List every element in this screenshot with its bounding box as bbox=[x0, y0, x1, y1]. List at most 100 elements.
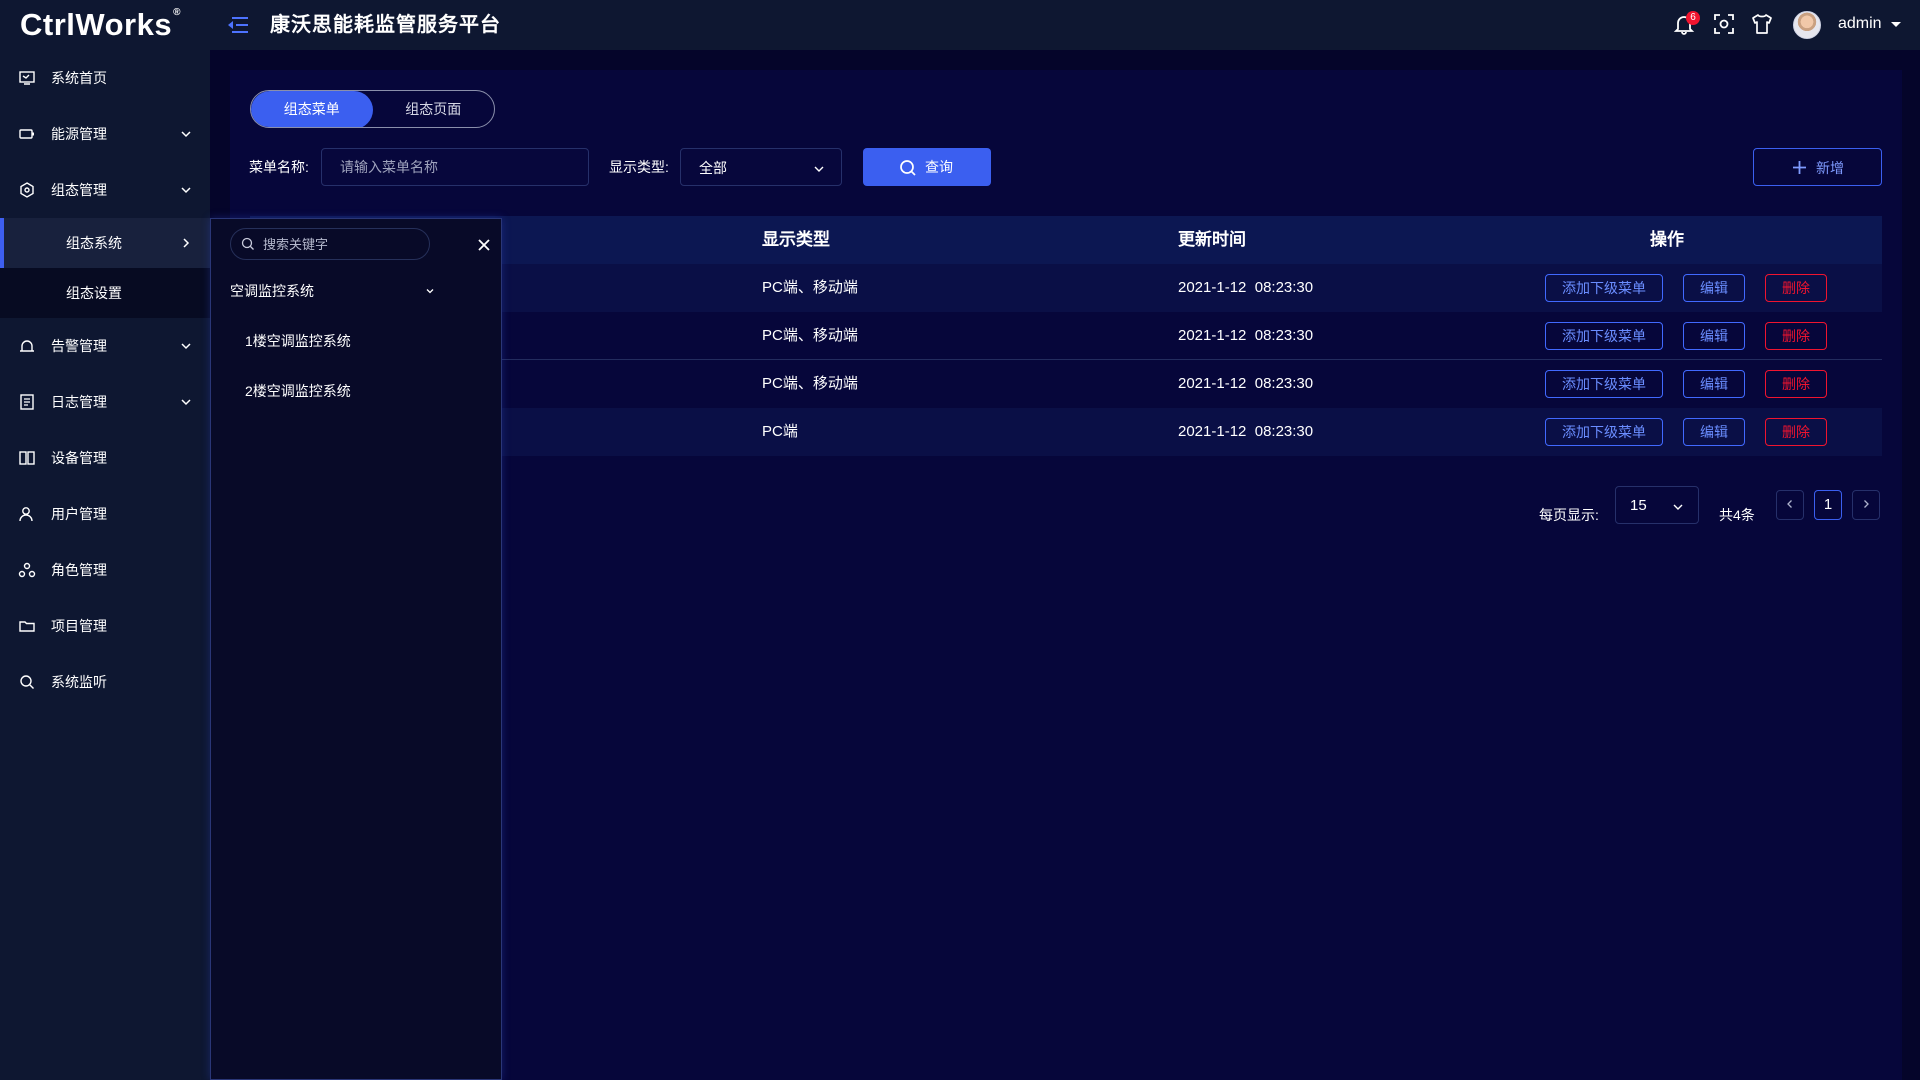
query-button-label: 查询 bbox=[925, 159, 953, 175]
column-header-display-type: 显示类型 bbox=[762, 230, 830, 249]
page-number-button[interactable]: 1 bbox=[1814, 490, 1842, 520]
search-icon bbox=[20, 675, 34, 689]
app-title: 康沃思能耗监管服务平台 bbox=[270, 14, 501, 36]
close-icon[interactable] bbox=[477, 238, 491, 252]
add-child-menu-button[interactable]: 添加下级菜单 bbox=[1545, 322, 1663, 350]
flyout-search-box bbox=[230, 228, 430, 260]
delete-button[interactable]: 删除 bbox=[1765, 274, 1827, 302]
battery-icon bbox=[19, 129, 34, 139]
sidebar-item-label: 系统监听 bbox=[51, 674, 107, 690]
sidebar-item-label: 告警管理 bbox=[51, 338, 107, 354]
sidebar-item-label: 系统首页 bbox=[51, 70, 107, 86]
monitor-icon bbox=[19, 71, 35, 85]
chevron-right-icon bbox=[183, 238, 190, 248]
display-type-select[interactable]: 全部 bbox=[680, 148, 842, 186]
menu-name-label: 菜单名称: bbox=[249, 159, 309, 175]
chevron-left-icon bbox=[1787, 500, 1792, 508]
avatar[interactable] bbox=[1793, 11, 1821, 39]
tab-config-page[interactable]: 组态页面 bbox=[373, 91, 495, 127]
column-header-update-time: 更新时间 bbox=[1178, 230, 1246, 249]
sidebar-item-home[interactable]: 系统首页 bbox=[0, 50, 210, 106]
sidebar-item-device[interactable]: 设备管理 bbox=[0, 430, 210, 486]
chevron-down-icon bbox=[814, 166, 824, 172]
per-page-select[interactable]: 15 bbox=[1615, 486, 1699, 524]
fullscreen-scan-icon[interactable] bbox=[1712, 12, 1736, 36]
query-button[interactable]: 查询 bbox=[863, 148, 991, 186]
cell-update-time: 2021-1-12 08:23:30 bbox=[1178, 375, 1314, 392]
cell-display-type: PC端、移动端 bbox=[762, 279, 858, 296]
sidebar-item-project[interactable]: 项目管理 bbox=[0, 598, 210, 654]
menu-collapse-icon[interactable] bbox=[226, 14, 250, 36]
tab-config-menu[interactable]: 组态菜单 bbox=[251, 91, 373, 127]
flyout-group-hvac[interactable]: 空调监控系统 bbox=[230, 281, 440, 303]
flyout-group-label: 空调监控系统 bbox=[230, 283, 314, 299]
sidebar-subitem-config-system[interactable]: 组态系统 bbox=[0, 218, 210, 268]
chevron-down-icon bbox=[181, 187, 191, 194]
edit-button[interactable]: 编辑 bbox=[1683, 322, 1745, 350]
trademark-mark: ® bbox=[173, 7, 181, 18]
sidebar-item-monitor[interactable]: 系统监听 bbox=[0, 654, 210, 710]
delete-button[interactable]: 删除 bbox=[1765, 322, 1827, 350]
flyout-search-input[interactable] bbox=[263, 234, 423, 254]
alarm-bell-icon bbox=[20, 340, 34, 352]
sidebar-item-user[interactable]: 用户管理 bbox=[0, 486, 210, 542]
sidebar-item-alarm[interactable]: 告警管理 bbox=[0, 318, 210, 374]
role-icon bbox=[18, 562, 36, 578]
notification-badge: 6 bbox=[1686, 11, 1700, 25]
display-type-label: 显示类型: bbox=[609, 159, 669, 175]
sidebar-subitem-label: 组态系统 bbox=[66, 235, 122, 251]
chevron-down-icon bbox=[181, 131, 191, 138]
sidebar-item-label: 用户管理 bbox=[51, 506, 107, 522]
delete-button[interactable]: 删除 bbox=[1765, 370, 1827, 398]
edit-button[interactable]: 编辑 bbox=[1683, 274, 1745, 302]
cell-display-type: PC端 bbox=[762, 423, 798, 440]
plus-icon bbox=[1793, 161, 1806, 174]
tab-group: 组态菜单 组态页面 bbox=[250, 90, 495, 128]
add-button-label: 新增 bbox=[1816, 160, 1844, 176]
per-page-label: 每页显示: bbox=[1539, 507, 1599, 523]
logo: CtrlWorks® bbox=[20, 5, 181, 45]
top-header: CtrlWorks® 康沃思能耗监管服务平台 6 admin bbox=[0, 0, 1920, 50]
chevron-down-icon bbox=[181, 399, 191, 406]
add-child-menu-button[interactable]: 添加下级菜单 bbox=[1545, 274, 1663, 302]
submenu-flyout-panel: 空调监控系统 1楼空调监控系统 2楼空调监控系统 bbox=[210, 218, 502, 1080]
next-page-button[interactable] bbox=[1852, 490, 1880, 520]
delete-button[interactable]: 删除 bbox=[1765, 418, 1827, 446]
device-icon bbox=[19, 451, 35, 465]
menu-name-input[interactable] bbox=[322, 149, 588, 185]
cell-display-type: PC端、移动端 bbox=[762, 375, 858, 392]
sidebar-item-configuration[interactable]: 组态管理 bbox=[0, 162, 210, 218]
edit-button[interactable]: 编辑 bbox=[1683, 418, 1745, 446]
sidebar-item-role[interactable]: 角色管理 bbox=[0, 542, 210, 598]
folder-icon bbox=[19, 621, 35, 632]
sidebar-item-log[interactable]: 日志管理 bbox=[0, 374, 210, 430]
cell-update-time: 2021-1-12 08:23:30 bbox=[1178, 327, 1314, 344]
flyout-item-floor2-hvac[interactable]: 2楼空调监控系统 bbox=[245, 381, 351, 401]
add-button[interactable]: 新增 bbox=[1753, 148, 1882, 186]
theme-shirt-icon[interactable] bbox=[1750, 12, 1774, 36]
user-icon bbox=[19, 507, 33, 522]
sidebar-item-label: 组态管理 bbox=[51, 182, 107, 198]
flyout-item-floor1-hvac[interactable]: 1楼空调监控系统 bbox=[245, 331, 351, 351]
cell-display-type: PC端、移动端 bbox=[762, 327, 858, 344]
active-indicator bbox=[0, 218, 4, 268]
add-child-menu-button[interactable]: 添加下级菜单 bbox=[1545, 370, 1663, 398]
display-type-value: 全部 bbox=[699, 160, 727, 176]
prev-page-button[interactable] bbox=[1776, 490, 1804, 520]
username[interactable]: admin bbox=[1838, 14, 1882, 34]
sidebar-item-energy[interactable]: 能源管理 bbox=[0, 106, 210, 162]
add-child-menu-button[interactable]: 添加下级菜单 bbox=[1545, 418, 1663, 446]
sidebar-subitem-label: 组态设置 bbox=[66, 285, 122, 301]
chevron-down-icon bbox=[426, 289, 434, 294]
edit-button[interactable]: 编辑 bbox=[1683, 370, 1745, 398]
user-dropdown-caret-icon[interactable] bbox=[1891, 22, 1901, 27]
sidebar-subitem-config-settings[interactable]: 组态设置 bbox=[0, 268, 210, 318]
logo-text: CtrlWorks bbox=[20, 7, 173, 42]
hexagon-icon bbox=[20, 182, 34, 198]
document-icon bbox=[20, 394, 34, 410]
chevron-down-icon bbox=[181, 343, 191, 350]
search-icon bbox=[900, 160, 916, 176]
sidebar-item-label: 能源管理 bbox=[51, 126, 107, 142]
chevron-down-icon bbox=[1673, 504, 1683, 510]
chevron-right-icon bbox=[1864, 500, 1869, 508]
